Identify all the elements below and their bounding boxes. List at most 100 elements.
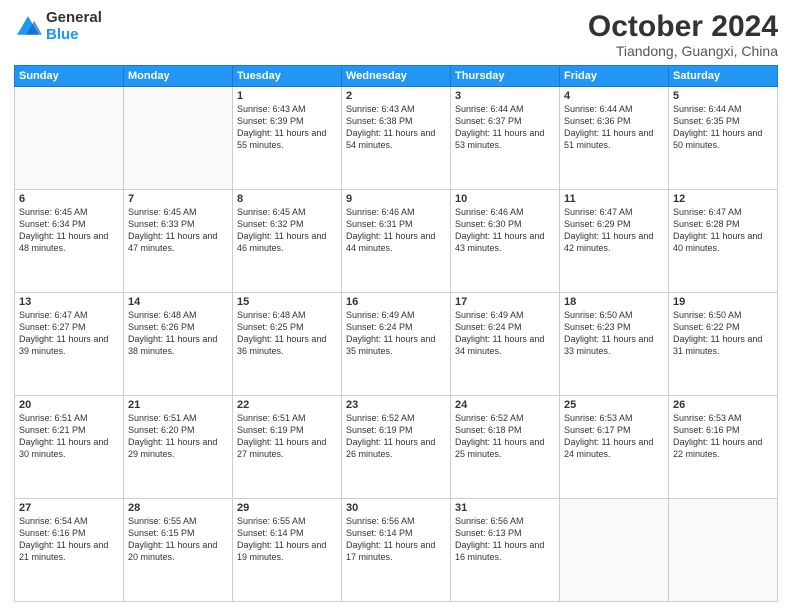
calendar-cell: 20Sunrise: 6:51 AM Sunset: 6:21 PM Dayli… xyxy=(15,396,124,499)
calendar-table: SundayMondayTuesdayWednesdayThursdayFrid… xyxy=(14,65,778,602)
day-number: 1 xyxy=(237,90,337,102)
calendar-cell: 7Sunrise: 6:45 AM Sunset: 6:33 PM Daylig… xyxy=(124,190,233,293)
day-info: Sunrise: 6:46 AM Sunset: 6:30 PM Dayligh… xyxy=(455,206,555,255)
day-info: Sunrise: 6:49 AM Sunset: 6:24 PM Dayligh… xyxy=(346,309,446,358)
day-number: 29 xyxy=(237,502,337,514)
day-number: 16 xyxy=(346,296,446,308)
calendar-cell: 19Sunrise: 6:50 AM Sunset: 6:22 PM Dayli… xyxy=(669,293,778,396)
day-info: Sunrise: 6:44 AM Sunset: 6:35 PM Dayligh… xyxy=(673,103,773,152)
day-info: Sunrise: 6:47 AM Sunset: 6:29 PM Dayligh… xyxy=(564,206,664,255)
calendar-cell: 14Sunrise: 6:48 AM Sunset: 6:26 PM Dayli… xyxy=(124,293,233,396)
day-info: Sunrise: 6:47 AM Sunset: 6:27 PM Dayligh… xyxy=(19,309,119,358)
day-number: 24 xyxy=(455,399,555,411)
day-info: Sunrise: 6:52 AM Sunset: 6:18 PM Dayligh… xyxy=(455,412,555,461)
weekday-header-row: SundayMondayTuesdayWednesdayThursdayFrid… xyxy=(15,66,778,87)
calendar-cell: 21Sunrise: 6:51 AM Sunset: 6:20 PM Dayli… xyxy=(124,396,233,499)
day-number: 31 xyxy=(455,502,555,514)
day-number: 15 xyxy=(237,296,337,308)
day-info: Sunrise: 6:56 AM Sunset: 6:14 PM Dayligh… xyxy=(346,515,446,564)
day-info: Sunrise: 6:44 AM Sunset: 6:37 PM Dayligh… xyxy=(455,103,555,152)
calendar-cell: 3Sunrise: 6:44 AM Sunset: 6:37 PM Daylig… xyxy=(451,87,560,190)
calendar-cell: 27Sunrise: 6:54 AM Sunset: 6:16 PM Dayli… xyxy=(15,499,124,602)
calendar-cell xyxy=(15,87,124,190)
calendar-cell: 24Sunrise: 6:52 AM Sunset: 6:18 PM Dayli… xyxy=(451,396,560,499)
week-row: 1Sunrise: 6:43 AM Sunset: 6:39 PM Daylig… xyxy=(15,87,778,190)
calendar-cell: 30Sunrise: 6:56 AM Sunset: 6:14 PM Dayli… xyxy=(342,499,451,602)
calendar-cell: 23Sunrise: 6:52 AM Sunset: 6:19 PM Dayli… xyxy=(342,396,451,499)
day-number: 26 xyxy=(673,399,773,411)
calendar-cell: 26Sunrise: 6:53 AM Sunset: 6:16 PM Dayli… xyxy=(669,396,778,499)
day-number: 2 xyxy=(346,90,446,102)
day-number: 19 xyxy=(673,296,773,308)
day-info: Sunrise: 6:46 AM Sunset: 6:31 PM Dayligh… xyxy=(346,206,446,255)
week-row: 6Sunrise: 6:45 AM Sunset: 6:34 PM Daylig… xyxy=(15,190,778,293)
location: Tiandong, Guangxi, China xyxy=(588,43,778,59)
day-number: 6 xyxy=(19,193,119,205)
calendar-cell: 15Sunrise: 6:48 AM Sunset: 6:25 PM Dayli… xyxy=(233,293,342,396)
day-info: Sunrise: 6:53 AM Sunset: 6:16 PM Dayligh… xyxy=(673,412,773,461)
day-info: Sunrise: 6:50 AM Sunset: 6:22 PM Dayligh… xyxy=(673,309,773,358)
weekday-header: Saturday xyxy=(669,66,778,87)
day-info: Sunrise: 6:43 AM Sunset: 6:38 PM Dayligh… xyxy=(346,103,446,152)
weekday-header: Thursday xyxy=(451,66,560,87)
day-number: 18 xyxy=(564,296,664,308)
logo: General Blue xyxy=(14,10,102,43)
logo-text: General Blue xyxy=(46,10,102,43)
day-info: Sunrise: 6:54 AM Sunset: 6:16 PM Dayligh… xyxy=(19,515,119,564)
calendar-cell: 8Sunrise: 6:45 AM Sunset: 6:32 PM Daylig… xyxy=(233,190,342,293)
day-number: 14 xyxy=(128,296,228,308)
logo-icon xyxy=(14,13,42,41)
day-info: Sunrise: 6:51 AM Sunset: 6:21 PM Dayligh… xyxy=(19,412,119,461)
day-info: Sunrise: 6:56 AM Sunset: 6:13 PM Dayligh… xyxy=(455,515,555,564)
day-info: Sunrise: 6:52 AM Sunset: 6:19 PM Dayligh… xyxy=(346,412,446,461)
calendar-cell: 25Sunrise: 6:53 AM Sunset: 6:17 PM Dayli… xyxy=(560,396,669,499)
month-title: October 2024 xyxy=(588,10,778,43)
day-info: Sunrise: 6:55 AM Sunset: 6:14 PM Dayligh… xyxy=(237,515,337,564)
day-number: 5 xyxy=(673,90,773,102)
calendar-cell: 2Sunrise: 6:43 AM Sunset: 6:38 PM Daylig… xyxy=(342,87,451,190)
calendar-cell xyxy=(124,87,233,190)
day-info: Sunrise: 6:44 AM Sunset: 6:36 PM Dayligh… xyxy=(564,103,664,152)
day-number: 25 xyxy=(564,399,664,411)
weekday-header: Wednesday xyxy=(342,66,451,87)
day-info: Sunrise: 6:45 AM Sunset: 6:33 PM Dayligh… xyxy=(128,206,228,255)
weekday-header: Monday xyxy=(124,66,233,87)
day-info: Sunrise: 6:47 AM Sunset: 6:28 PM Dayligh… xyxy=(673,206,773,255)
day-number: 11 xyxy=(564,193,664,205)
day-info: Sunrise: 6:45 AM Sunset: 6:34 PM Dayligh… xyxy=(19,206,119,255)
calendar-cell: 16Sunrise: 6:49 AM Sunset: 6:24 PM Dayli… xyxy=(342,293,451,396)
day-number: 21 xyxy=(128,399,228,411)
calendar-cell: 18Sunrise: 6:50 AM Sunset: 6:23 PM Dayli… xyxy=(560,293,669,396)
day-info: Sunrise: 6:45 AM Sunset: 6:32 PM Dayligh… xyxy=(237,206,337,255)
week-row: 20Sunrise: 6:51 AM Sunset: 6:21 PM Dayli… xyxy=(15,396,778,499)
day-number: 3 xyxy=(455,90,555,102)
title-block: October 2024 Tiandong, Guangxi, China xyxy=(588,10,778,59)
day-number: 28 xyxy=(128,502,228,514)
day-info: Sunrise: 6:48 AM Sunset: 6:25 PM Dayligh… xyxy=(237,309,337,358)
weekday-header: Friday xyxy=(560,66,669,87)
calendar-cell: 31Sunrise: 6:56 AM Sunset: 6:13 PM Dayli… xyxy=(451,499,560,602)
day-number: 4 xyxy=(564,90,664,102)
calendar-cell: 4Sunrise: 6:44 AM Sunset: 6:36 PM Daylig… xyxy=(560,87,669,190)
calendar-cell: 28Sunrise: 6:55 AM Sunset: 6:15 PM Dayli… xyxy=(124,499,233,602)
calendar-cell: 22Sunrise: 6:51 AM Sunset: 6:19 PM Dayli… xyxy=(233,396,342,499)
day-info: Sunrise: 6:51 AM Sunset: 6:19 PM Dayligh… xyxy=(237,412,337,461)
calendar-cell: 9Sunrise: 6:46 AM Sunset: 6:31 PM Daylig… xyxy=(342,190,451,293)
day-number: 10 xyxy=(455,193,555,205)
week-row: 13Sunrise: 6:47 AM Sunset: 6:27 PM Dayli… xyxy=(15,293,778,396)
calendar-cell: 10Sunrise: 6:46 AM Sunset: 6:30 PM Dayli… xyxy=(451,190,560,293)
day-number: 30 xyxy=(346,502,446,514)
calendar-cell: 29Sunrise: 6:55 AM Sunset: 6:14 PM Dayli… xyxy=(233,499,342,602)
calendar-cell: 17Sunrise: 6:49 AM Sunset: 6:24 PM Dayli… xyxy=(451,293,560,396)
day-info: Sunrise: 6:48 AM Sunset: 6:26 PM Dayligh… xyxy=(128,309,228,358)
day-number: 23 xyxy=(346,399,446,411)
day-number: 7 xyxy=(128,193,228,205)
page: General Blue October 2024 Tiandong, Guan… xyxy=(0,0,792,612)
day-number: 20 xyxy=(19,399,119,411)
calendar-cell: 12Sunrise: 6:47 AM Sunset: 6:28 PM Dayli… xyxy=(669,190,778,293)
header: General Blue October 2024 Tiandong, Guan… xyxy=(14,10,778,59)
weekday-header: Sunday xyxy=(15,66,124,87)
weekday-header: Tuesday xyxy=(233,66,342,87)
calendar-cell xyxy=(669,499,778,602)
day-info: Sunrise: 6:50 AM Sunset: 6:23 PM Dayligh… xyxy=(564,309,664,358)
